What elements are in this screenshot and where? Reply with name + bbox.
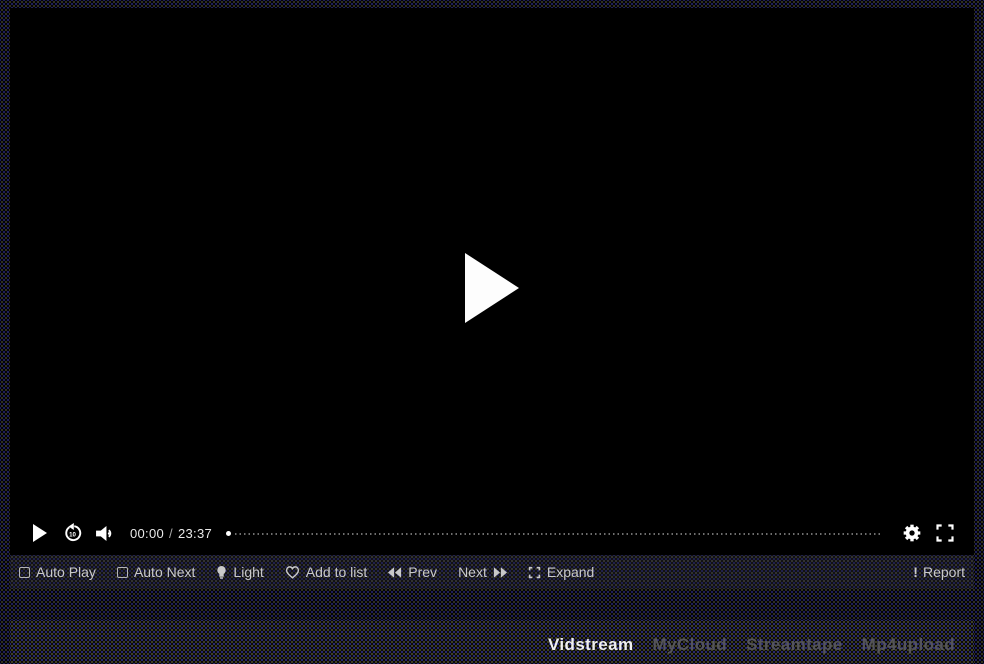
play-icon (32, 524, 47, 542)
checkbox-icon (117, 567, 128, 578)
page: 10 00:00/23:37 (0, 0, 984, 664)
gear-icon (902, 523, 922, 543)
toolbar-item-label: Prev (408, 564, 437, 580)
report-button[interactable]: ! Report (913, 564, 965, 580)
svg-text:10: 10 (69, 531, 76, 538)
volume-icon (95, 525, 116, 542)
heart-icon (285, 566, 300, 579)
player-controls: 10 00:00/23:37 (10, 511, 974, 555)
report-label: Report (923, 564, 965, 580)
toolbar-item-label: Light (233, 564, 263, 580)
playhead[interactable] (226, 531, 231, 536)
expand-icon (528, 566, 541, 579)
toolbar-item-label: Next (458, 564, 487, 580)
fullscreen-icon (935, 523, 955, 543)
toolbar-item-label: Add to list (306, 564, 367, 580)
fullscreen-button[interactable] (933, 519, 957, 547)
exclamation-icon: ! (913, 564, 918, 580)
toolbar-item-label: Auto Play (36, 564, 96, 580)
toolbar-item-add-to-list[interactable]: Add to list (285, 564, 367, 580)
background-gap (10, 589, 974, 620)
toolbar-item-expand[interactable]: Expand (528, 564, 594, 580)
rewind-10-button[interactable]: 10 (60, 519, 84, 547)
duration: 23:37 (178, 526, 212, 541)
server-tab-mycloud[interactable]: MyCloud (652, 635, 727, 655)
toolbar-item-light[interactable]: Light (216, 564, 263, 580)
checkbox-icon (19, 567, 30, 578)
toolbar-item-auto-next[interactable]: Auto Next (117, 564, 195, 580)
volume-button[interactable] (93, 519, 117, 547)
double-left-icon (388, 567, 402, 578)
time-display: 00:00/23:37 (130, 526, 212, 541)
progress-track (235, 533, 882, 535)
player-toolbar: Auto Play Auto Next Light Add to l (10, 555, 974, 589)
time-separator: / (164, 526, 178, 541)
toolbar-item-next[interactable]: Next (458, 564, 507, 580)
server-tab-streamtape[interactable]: Streamtape (746, 635, 843, 655)
toolbar-item-label: Auto Next (134, 564, 195, 580)
double-right-icon (493, 567, 507, 578)
server-tab-vidstream[interactable]: Vidstream (548, 635, 634, 655)
lightbulb-icon (216, 565, 227, 580)
progress-bar[interactable] (226, 526, 882, 540)
rewind-10-icon: 10 (62, 523, 83, 544)
play-button[interactable] (27, 519, 51, 547)
toolbar-item-prev[interactable]: Prev (388, 564, 437, 580)
server-tab-mp4upload[interactable]: Mp4upload (862, 635, 955, 655)
current-time: 00:00 (130, 526, 164, 541)
toolbar-item-label: Expand (547, 564, 594, 580)
settings-button[interactable] (900, 519, 924, 547)
toolbar-item-auto-play[interactable]: Auto Play (19, 564, 96, 580)
server-bar: Vidstream MyCloud Streamtape Mp4upload (10, 620, 974, 664)
big-play-icon[interactable] (465, 253, 519, 323)
video-player[interactable]: 10 00:00/23:37 (10, 8, 974, 555)
